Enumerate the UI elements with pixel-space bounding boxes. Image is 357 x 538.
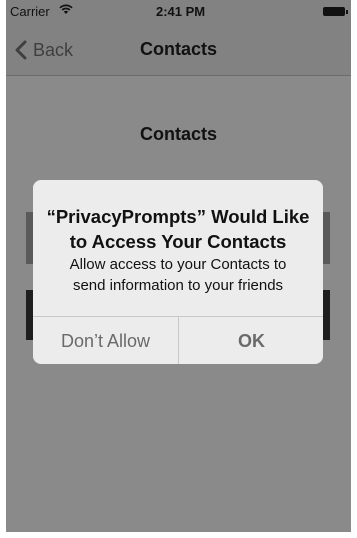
ok-button[interactable]: OK <box>178 317 323 364</box>
status-bar: Carrier 2:41 PM <box>6 0 351 22</box>
alert-title: “PrivacyPrompts” Would Like to Access Yo… <box>46 206 310 252</box>
carrier-label: Carrier <box>10 4 50 19</box>
dont-allow-button[interactable]: Don’t Allow <box>33 317 178 364</box>
alert-button-row: Don’t Allow OK <box>33 316 323 364</box>
permission-alert: “PrivacyPrompts” Would Like to Access Yo… <box>33 180 323 364</box>
alert-message: Allow access to your Contacts to send in… <box>69 256 287 294</box>
navigation-bar: Back Contacts <box>6 22 351 76</box>
nav-title: Contacts <box>139 39 217 59</box>
phone-screen: Carrier 2:41 PM Back Contacts Contacts “… <box>6 0 351 532</box>
clock-time: 2:41 PM <box>156 4 206 19</box>
content-title: Contacts <box>139 124 217 144</box>
wifi-icon <box>59 3 73 18</box>
battery-icon <box>323 7 348 16</box>
